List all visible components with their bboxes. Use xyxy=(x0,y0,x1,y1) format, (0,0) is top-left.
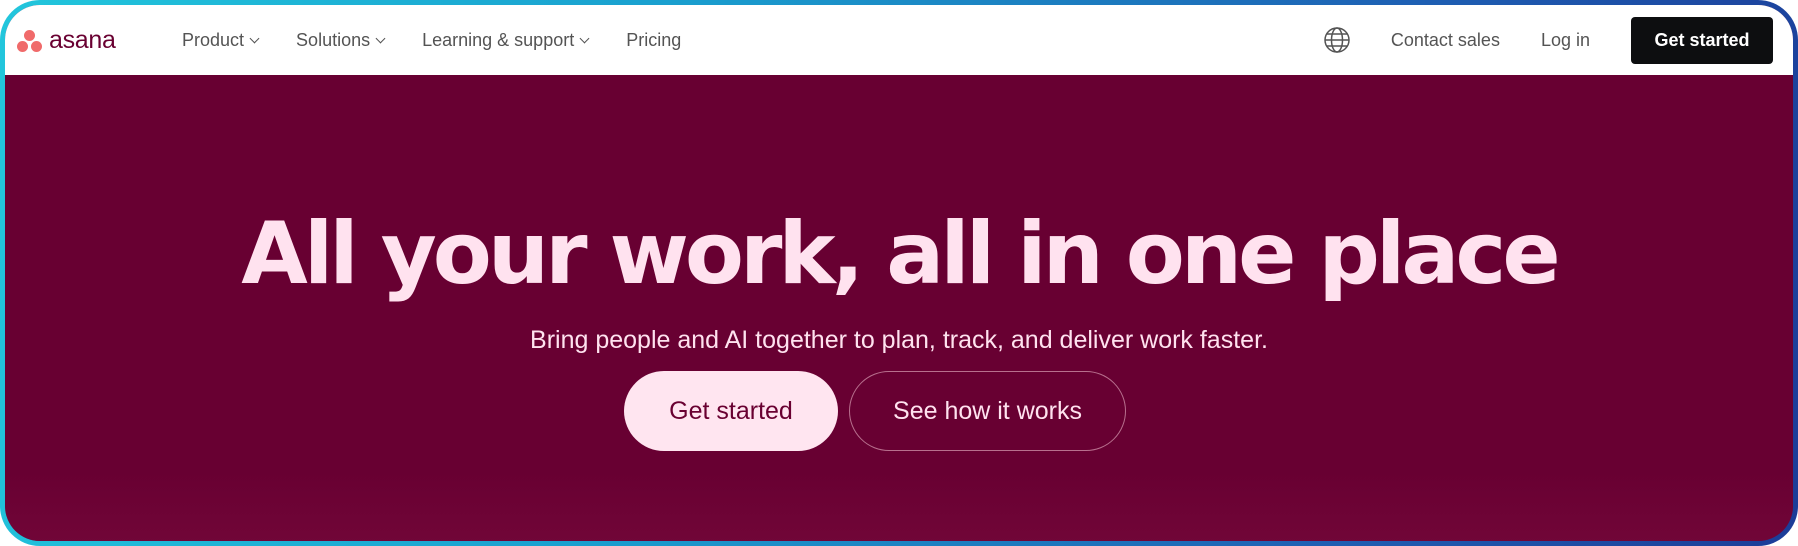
hero-title: All your work, all in one place xyxy=(241,203,1560,304)
logo-wordmark: asana xyxy=(49,26,116,54)
top-navigation: asana Product Solutions Learning & suppo… xyxy=(5,5,1793,75)
page-viewport: asana Product Solutions Learning & suppo… xyxy=(5,5,1793,541)
nav-learning-support[interactable]: Learning & support xyxy=(422,29,590,51)
nav-learning-support-label: Learning & support xyxy=(422,29,575,50)
chevron-down-icon xyxy=(579,33,590,43)
nav-pricing[interactable]: Pricing xyxy=(626,30,681,51)
chevron-down-icon xyxy=(375,33,386,43)
hero-get-started-button[interactable]: Get started xyxy=(624,371,838,451)
asana-logo[interactable]: asana xyxy=(17,28,116,53)
chevron-down-icon xyxy=(249,33,260,43)
primary-nav: Product Solutions Learning & support Pri… xyxy=(182,5,719,75)
hero-bottom-glow xyxy=(5,471,1793,541)
nav-get-started-button[interactable]: Get started xyxy=(1631,16,1773,64)
login-link[interactable]: Log in xyxy=(1541,30,1590,51)
globe-icon[interactable] xyxy=(1323,26,1351,54)
nav-actions: Contact sales Log in Get started xyxy=(1323,5,1773,75)
see-how-it-works-button[interactable]: See how it works xyxy=(849,371,1126,451)
nav-solutions-label: Solutions xyxy=(296,29,371,50)
nav-pricing-label: Pricing xyxy=(626,29,682,50)
browser-frame: asana Product Solutions Learning & suppo… xyxy=(0,0,1798,546)
contact-sales-link[interactable]: Contact sales xyxy=(1391,30,1500,51)
asana-logo-icon xyxy=(17,29,43,52)
nav-product-label: Product xyxy=(182,29,245,50)
nav-product[interactable]: Product xyxy=(182,29,260,51)
hero-cta-group: Get started See how it works xyxy=(624,371,1126,451)
nav-solutions[interactable]: Solutions xyxy=(296,29,386,51)
hero-subtitle: Bring people and AI together to plan, tr… xyxy=(530,326,1268,354)
